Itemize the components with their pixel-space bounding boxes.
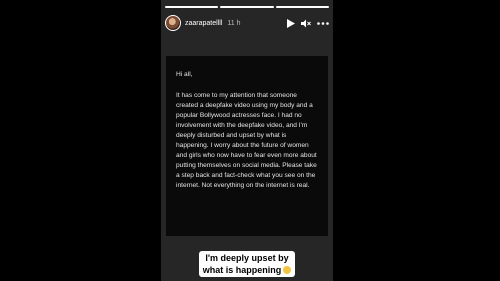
- speaker-muted-icon[interactable]: [301, 19, 311, 28]
- more-icon[interactable]: [317, 21, 329, 25]
- avatar[interactable]: [165, 15, 181, 31]
- play-icon[interactable]: [287, 18, 295, 28]
- story-header: zaarapatellll 11 h: [165, 14, 329, 32]
- progress-segment: [165, 6, 219, 8]
- progress-segment: [275, 6, 329, 8]
- note-body: It has come to my attention that someone…: [176, 92, 317, 189]
- disappointed-face-icon: [283, 266, 292, 274]
- statement-card: Hi all, It has come to my attention that…: [166, 56, 328, 236]
- username[interactable]: zaarapatellll: [185, 20, 222, 27]
- caption-line-1: I'm deeply upset by: [205, 253, 289, 263]
- caption-line-2: what is happening: [202, 265, 282, 275]
- note-greeting: Hi all,: [176, 71, 193, 78]
- story-viewer: zaarapatellll 11 h Hi all, It has come t…: [161, 0, 333, 281]
- time-ago: 11 h: [227, 19, 241, 27]
- progress-segment: [220, 6, 274, 8]
- story-progress-bar: [165, 6, 329, 8]
- caption-wrap: I'm deeply upset by what is happening: [161, 251, 333, 277]
- story-caption: I'm deeply upset by what is happening: [198, 251, 296, 277]
